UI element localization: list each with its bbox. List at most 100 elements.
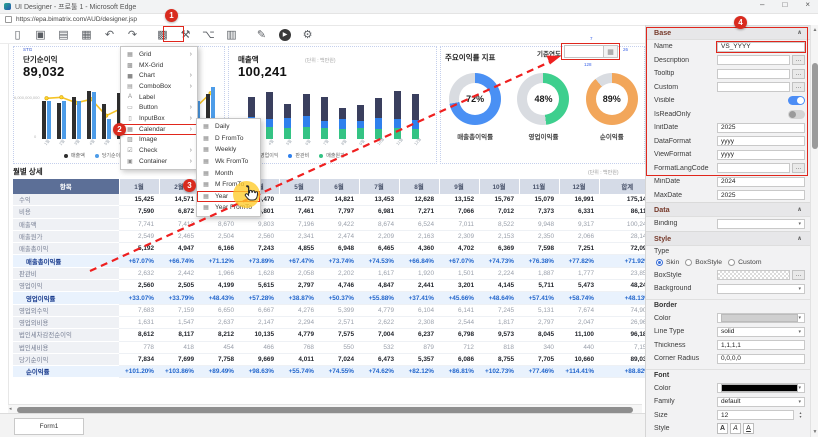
scrollbar-thumb[interactable] (17, 407, 633, 413)
edit-icon[interactable]: ✎ (254, 27, 269, 42)
ellipsis-button[interactable]: … (792, 270, 805, 280)
segment- (284, 118, 291, 128)
prop-input-maxdate[interactable]: 2025 (717, 190, 805, 200)
design-tools-icon[interactable]: ⚒ (178, 27, 193, 42)
ellipsis-button[interactable]: … (792, 82, 805, 92)
prop-input-custom[interactable] (717, 82, 790, 92)
prop-input-name[interactable]: VS_YYYY (717, 42, 805, 52)
prop-input-mindate[interactable]: 2024 (717, 177, 805, 187)
color-picker-color[interactable]: ▾ (717, 383, 805, 393)
menu-item-check[interactable]: ☑Check› (121, 145, 197, 156)
prop-select-background[interactable]: ▾ (717, 284, 805, 294)
submenu-item-label: Weekly (215, 146, 255, 153)
ellipsis-button[interactable]: … (792, 163, 805, 173)
close-button[interactable]: × (805, 0, 810, 9)
scroll-down-arrow-icon[interactable]: ▼ (811, 428, 818, 436)
cell-value: 879 (399, 341, 439, 353)
stepper-buttons[interactable]: ▴▾ (796, 411, 805, 419)
submenu-item-year[interactable]: ▦Year (197, 191, 260, 203)
scroll-up-arrow-icon[interactable]: ▲ (811, 26, 818, 34)
donut-value: 89% (596, 83, 628, 115)
fontstyle-button[interactable]: A (717, 423, 728, 434)
prop-input-thickness[interactable]: 1,1,1,1 (717, 340, 805, 350)
menu-item-container[interactable]: ▣Container› (121, 156, 197, 167)
fontstyle-button[interactable]: A (730, 423, 741, 434)
calendar-picker-icon[interactable]: ▦ (603, 45, 618, 58)
scroll-left-arrow-icon[interactable]: ◂ (9, 406, 12, 412)
panel-scrollbar-thumb[interactable] (812, 63, 818, 149)
prop-input-formatlangcode[interactable] (717, 163, 790, 173)
panel-section-base[interactable]: Base∧ (646, 25, 810, 40)
cell-value: 418 (159, 341, 199, 353)
prop-select-binding[interactable]: ▾ (717, 219, 805, 229)
menu-item-image[interactable]: ▨Image (121, 135, 197, 146)
cell-value: 4,746 (319, 280, 359, 292)
prop-label: DataFormat (654, 138, 717, 145)
submenu-item-d-fromto[interactable]: ▦D FromTo (197, 133, 260, 145)
radio-boxstyle[interactable]: BoxStyle (685, 259, 722, 266)
prop-row-tooltip: Tooltip… (646, 67, 810, 81)
radio-custom[interactable]: Custom (728, 259, 761, 266)
toggle-isreadonly[interactable] (788, 110, 805, 119)
save-icon[interactable]: ▤ (56, 27, 71, 42)
menu-item-calendar[interactable]: ▦Calendar› (121, 124, 197, 135)
maximize-button[interactable]: □ (782, 0, 787, 9)
settings-icon[interactable]: ⚙ (300, 27, 315, 42)
open-folder-icon[interactable]: ▣ (33, 27, 48, 42)
cell-value: 12,628 (399, 194, 439, 206)
submenu-item-year-fromto[interactable]: ▦Year FromTo (197, 202, 260, 214)
prop-input-tooltip[interactable] (717, 69, 790, 79)
radio-skin[interactable]: Skin (656, 259, 679, 266)
boxstyle-pattern-swatch[interactable] (717, 270, 790, 280)
menu-item-inputbox[interactable]: ▯InputBox› (121, 113, 197, 124)
tab-form1[interactable]: Form1 (14, 418, 84, 435)
prop-input-initdate[interactable]: 2025 (717, 123, 805, 133)
save-all-icon[interactable]: ▦ (79, 27, 94, 42)
menu-item-label: Label (139, 94, 192, 101)
menu-item-grid[interactable]: ▦Grid› (121, 49, 197, 60)
menu-item-label[interactable]: ALabel (121, 92, 197, 103)
prop-select-family[interactable]: default▾ (717, 397, 805, 407)
cell-value: +89.49% (199, 366, 239, 378)
components-icon[interactable]: ▩ (155, 27, 170, 42)
bar-net-income (77, 101, 81, 139)
panel-vertical-scrollbar[interactable]: ▲ ▼ (810, 25, 818, 437)
prop-input-viewformat[interactable]: yyyy (717, 150, 805, 160)
menu-item-chart[interactable]: ▅Chart› (121, 70, 197, 81)
fontstyle-button[interactable]: A (743, 423, 754, 434)
widget-profit-ratio-card[interactable]: 주요이익률 지표 72%매출총이익률48%영업이익률89%순이익률 (440, 46, 645, 164)
prop-input-description[interactable] (717, 55, 790, 65)
date-input-field[interactable] (564, 45, 603, 58)
undo-icon[interactable]: ↶ (102, 27, 117, 42)
ellipsis-button[interactable]: … (792, 69, 805, 79)
submenu-item-month[interactable]: ▦Month (197, 167, 260, 179)
mx-grid-icon: ▩ (125, 62, 135, 69)
color-picker-color[interactable]: ▾ (717, 313, 805, 323)
toggle-visible[interactable] (788, 96, 805, 105)
prop-input-corner-radius[interactable]: 0,0,0,0 (717, 354, 805, 364)
cell-value: 5,192 (119, 243, 159, 255)
submenu-item-weekly[interactable]: ▦Weekly (197, 144, 260, 156)
panel-section-style[interactable]: Style∧ (646, 231, 810, 246)
submenu-item-daily[interactable]: ▦Daily (197, 121, 260, 133)
panel-section-data[interactable]: Data∧ (646, 202, 810, 217)
submenu-item-m-fromto[interactable]: ▦M FromTo (197, 179, 260, 191)
menu-item-button[interactable]: ▭Button› (121, 102, 197, 113)
cell-value: +38.87% (279, 292, 319, 304)
menu-item-combobox[interactable]: ▤ComboBox› (121, 81, 197, 92)
menu-item-mx-grid[interactable]: ▩MX-Grid (121, 60, 197, 71)
cell-value: +74.53% (359, 255, 399, 267)
new-document-icon[interactable]: ▯ (10, 27, 25, 42)
base-year-input[interactable]: ▦ (564, 45, 618, 58)
prop-select-line-type[interactable]: solid▾ (717, 327, 805, 337)
dataset-icon[interactable]: ▥ (224, 27, 239, 42)
x-tick-label: 9월 (358, 138, 366, 146)
size-input[interactable]: 12 (717, 410, 794, 420)
ellipsis-button[interactable]: … (792, 55, 805, 65)
submenu-item-wk-fromto[interactable]: ▦Wk FromTo (197, 156, 260, 168)
redo-icon[interactable]: ↷ (125, 27, 140, 42)
run-icon[interactable]: ▶ (277, 27, 292, 42)
hierarchy-icon[interactable]: ⌥ (201, 27, 216, 42)
prop-input-dataformat[interactable]: yyyy (717, 136, 805, 146)
minimize-button[interactable]: – (760, 0, 764, 9)
